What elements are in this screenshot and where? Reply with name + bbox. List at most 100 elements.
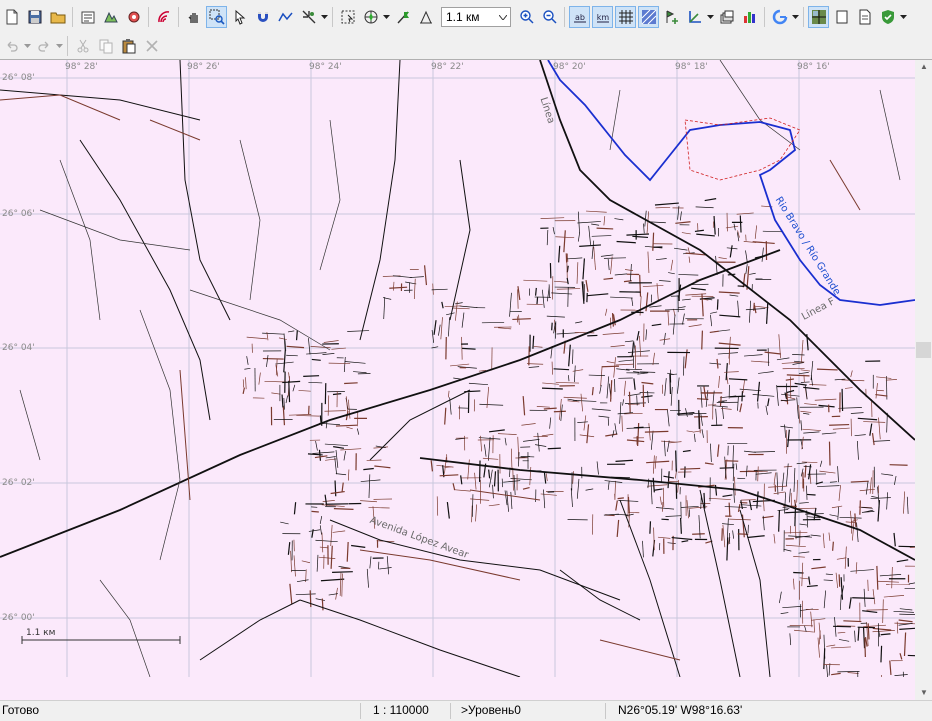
magnet-icon (255, 9, 271, 25)
map-street (717, 299, 718, 309)
map-street (645, 431, 668, 432)
grid-button[interactable] (615, 6, 636, 28)
undo-button[interactable] (1, 35, 22, 57)
shield-check-dropdown-arrow[interactable] (899, 6, 908, 28)
redo-dropdown-arrow[interactable] (55, 35, 64, 57)
flag-button[interactable] (392, 6, 413, 28)
statistics-button[interactable] (739, 6, 760, 28)
map-street (640, 275, 641, 297)
open-folder-icon (50, 9, 66, 25)
map-view[interactable]: 26° 08' 26° 06' 26° 04' 26° 02' 26° 00' … (0, 59, 932, 701)
map-street (676, 451, 677, 472)
chevron-down-icon (900, 15, 907, 19)
statistics-icon (742, 9, 758, 25)
gps-button[interactable] (123, 6, 144, 28)
coordinates-button[interactable] (684, 6, 705, 28)
pan-hand-icon (186, 9, 202, 25)
add-waypoint-button[interactable] (661, 6, 682, 28)
new-file-button[interactable] (1, 6, 22, 28)
chevron-down-icon (792, 15, 799, 19)
scroll-down-arrow-icon[interactable]: ▼ (920, 688, 928, 697)
map-canvas[interactable] (0, 60, 915, 677)
map-street (702, 331, 703, 350)
layers-button[interactable] (716, 6, 737, 28)
vertical-scroll-thumb[interactable] (916, 342, 931, 358)
google-button[interactable] (769, 6, 790, 28)
zoom-in-button[interactable] (516, 6, 537, 28)
map-street (779, 510, 780, 531)
map-street (653, 233, 654, 251)
toolbar-separator (564, 7, 565, 27)
lat-label: 26° 02' (2, 478, 35, 488)
shield-check-button[interactable] (877, 6, 898, 28)
save-icon (27, 9, 43, 25)
google-dropdown-arrow[interactable] (791, 6, 800, 28)
chevron-down-icon (707, 15, 714, 19)
toolbar-separator (148, 7, 149, 27)
map-street (851, 481, 869, 482)
compass-dropdown-arrow[interactable] (382, 6, 391, 28)
map-tiles-icon (811, 9, 827, 25)
redo-button[interactable] (33, 35, 54, 57)
zoom-rect-button[interactable] (206, 6, 227, 28)
map-settings-icon (103, 9, 119, 25)
open-folder-button[interactable] (47, 6, 68, 28)
delete-icon (144, 38, 160, 54)
hatch-icon (641, 9, 657, 25)
map-street (868, 623, 869, 639)
save-button[interactable] (24, 6, 45, 28)
chevron-down-icon (24, 44, 31, 48)
vertical-scrollbar[interactable]: ▲ ▼ (915, 60, 932, 701)
pan-hand-button[interactable] (183, 6, 204, 28)
properties-icon (80, 9, 96, 25)
lat-label: 26° 06' (2, 209, 35, 219)
map-street (537, 297, 538, 304)
properties-button[interactable] (77, 6, 98, 28)
zoom-out-button[interactable] (539, 6, 560, 28)
main-toolbar-buttons: 1.1 км abkm (0, 4, 908, 30)
map-street (729, 503, 730, 517)
crosshair-tool-icon (301, 9, 317, 25)
status-level: >Уровень0 (461, 703, 521, 717)
measure-button[interactable] (415, 6, 436, 28)
map-street (704, 493, 705, 509)
hatch-button[interactable] (638, 6, 659, 28)
polyline-icon (278, 9, 294, 25)
undo-dropdown-arrow[interactable] (23, 35, 32, 57)
signal-button[interactable] (153, 6, 174, 28)
paste-button[interactable] (118, 35, 139, 57)
zoom-level-select[interactable]: 1.1 км (441, 7, 511, 27)
map-background (0, 60, 915, 677)
chevron-down-icon (499, 15, 507, 20)
toolbar-separator (803, 7, 804, 27)
copy-button[interactable] (95, 35, 116, 57)
delete-button[interactable] (141, 35, 162, 57)
labels-km-button[interactable]: km (592, 6, 613, 28)
map-settings-button[interactable] (100, 6, 121, 28)
magnet-button[interactable] (252, 6, 273, 28)
map-street (829, 425, 849, 426)
google-icon (772, 9, 788, 25)
lon-label: 98° 24' (309, 62, 342, 72)
select-arrow-button[interactable] (229, 6, 250, 28)
compass-button[interactable] (360, 6, 381, 28)
select-area-button[interactable] (337, 6, 358, 28)
labels-ab-button[interactable]: ab (569, 6, 590, 28)
map-street (720, 396, 721, 406)
map-street (533, 336, 534, 349)
coordinates-icon (687, 9, 703, 25)
main-toolbar: 1.1 км abkm (0, 0, 932, 35)
cut-button[interactable] (72, 35, 93, 57)
map-street (740, 216, 741, 233)
crosshair-tool-dropdown-arrow[interactable] (320, 6, 329, 28)
coordinates-dropdown-arrow[interactable] (706, 6, 715, 28)
map-street (462, 348, 475, 349)
undo-icon (4, 38, 20, 54)
document-button[interactable] (854, 6, 875, 28)
select-area-icon (340, 9, 356, 25)
blank-page-button[interactable] (831, 6, 852, 28)
polyline-button[interactable] (275, 6, 296, 28)
map-tiles-button[interactable] (808, 6, 829, 28)
crosshair-tool-button[interactable] (298, 6, 319, 28)
scroll-up-arrow-icon[interactable]: ▲ (920, 62, 928, 71)
